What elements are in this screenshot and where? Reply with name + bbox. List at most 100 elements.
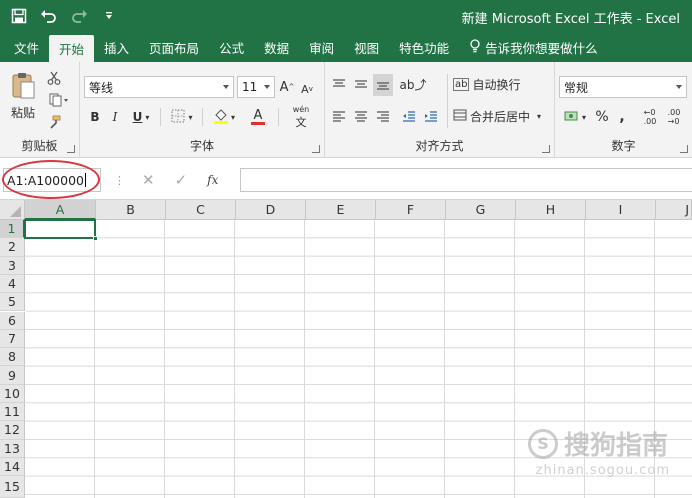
tab-review[interactable]: 审阅 <box>299 32 344 62</box>
underline-label: U <box>132 110 143 124</box>
comma-button[interactable]: , <box>613 106 631 128</box>
align-left-icon[interactable] <box>329 106 349 126</box>
row-header-12[interactable]: 12 <box>0 421 25 440</box>
row-header-8[interactable]: 8 <box>0 348 25 367</box>
font-launcher-icon[interactable] <box>312 145 320 153</box>
decrease-indent-icon[interactable] <box>399 106 419 126</box>
bottom-align-icon[interactable] <box>373 74 393 96</box>
column-header-h[interactable]: H <box>516 200 586 220</box>
increase-decimal-icon[interactable]: ←0.00 <box>639 106 661 128</box>
phonetic-button[interactable]: wén 文 <box>284 104 318 130</box>
font-name-combo[interactable]: 等线 <box>84 76 234 98</box>
drag-handle-icon[interactable]: ⋮ <box>114 174 125 187</box>
fill-handle[interactable] <box>93 236 98 241</box>
column-header-f[interactable]: F <box>376 200 446 220</box>
formula-input[interactable] <box>240 168 692 192</box>
font-size-combo[interactable]: 11 <box>237 76 275 98</box>
decrease-decimal-icon[interactable]: .00 →0 <box>663 106 685 128</box>
tell-me-label: 告诉我你想要做什么 <box>485 40 598 56</box>
name-box[interactable]: A1:A100000 <box>3 168 101 192</box>
font-color-button[interactable]: A <box>242 106 274 128</box>
row-header-5[interactable]: 5 <box>0 293 25 312</box>
tab-view[interactable]: 视图 <box>344 32 389 62</box>
row-header-11[interactable]: 11 <box>0 403 25 422</box>
merge-center-label: 合并后居中 <box>470 109 531 124</box>
redo-icon[interactable] <box>68 5 90 27</box>
bold-button[interactable]: B <box>86 106 104 128</box>
grow-font-button[interactable]: A ^ <box>278 76 296 98</box>
row-header-6[interactable]: 6 <box>0 311 25 330</box>
tell-me-box[interactable]: 告诉我你想要做什么 <box>459 32 608 62</box>
clipboard-launcher-icon[interactable] <box>67 145 75 153</box>
row-header-14[interactable]: 14 <box>0 457 25 477</box>
column-header-c[interactable]: C <box>166 200 236 220</box>
orientation-icon: ab⤴ <box>399 77 427 92</box>
undo-icon[interactable] <box>38 5 60 27</box>
increase-indent-icon[interactable] <box>421 106 441 126</box>
column-header-d[interactable]: D <box>236 200 306 220</box>
align-right-icon[interactable] <box>373 106 393 126</box>
row-header-3[interactable]: 3 <box>0 256 25 275</box>
paste-button[interactable]: 粘贴 <box>6 68 40 124</box>
wrap-text-button[interactable]: ab 自动换行 <box>453 74 523 94</box>
divider <box>278 108 279 126</box>
fill-color-button[interactable]: ▾ <box>208 106 240 128</box>
chevron-down-icon: ▾ <box>188 112 193 122</box>
column-header-a[interactable]: A <box>25 200 96 220</box>
chevron-down-icon <box>676 85 682 89</box>
align-center-icon[interactable] <box>351 106 371 126</box>
active-cell-a1[interactable] <box>24 219 96 239</box>
merge-center-button[interactable]: 合并后居中 ▾ <box>453 106 549 126</box>
tab-home[interactable]: 开始 <box>49 35 95 62</box>
number-group-label: 数字 <box>611 139 636 153</box>
accounting-format-button[interactable]: ▾ <box>559 106 591 128</box>
font-size-value: 11 <box>242 80 258 94</box>
paste-label: 粘贴 <box>10 106 35 120</box>
borders-icon <box>171 109 185 126</box>
column-header-g[interactable]: G <box>446 200 516 220</box>
select-all-button[interactable] <box>0 200 25 220</box>
enter-icon[interactable]: ✓ <box>175 171 188 189</box>
grow-font-label: A <box>279 79 289 95</box>
borders-button[interactable]: ▾ <box>166 106 198 128</box>
row-header-2[interactable]: 2 <box>0 238 25 257</box>
tab-page-layout[interactable]: 页面布局 <box>139 32 209 62</box>
column-header-e[interactable]: E <box>306 200 376 220</box>
clipboard-group: 粘贴 剪贴板 <box>0 62 80 158</box>
row-header-1[interactable]: 1 <box>0 220 25 239</box>
top-align-icon[interactable] <box>329 74 349 94</box>
italic-button[interactable]: I <box>106 106 124 128</box>
row-header-4[interactable]: 4 <box>0 274 25 294</box>
middle-align-icon[interactable] <box>351 74 371 94</box>
percent-button[interactable]: % <box>593 106 611 128</box>
format-painter-icon[interactable] <box>44 112 64 132</box>
row-header-9[interactable]: 9 <box>0 366 25 385</box>
cancel-icon[interactable]: ✕ <box>142 171 155 189</box>
alignment-launcher-icon[interactable] <box>542 145 550 153</box>
row-header-13[interactable]: 13 <box>0 439 25 458</box>
customize-qat-icon[interactable] <box>98 5 120 27</box>
row-header-7[interactable]: 7 <box>0 329 25 349</box>
cut-icon[interactable] <box>44 68 64 88</box>
orientation-button[interactable]: ab⤴ <box>399 74 427 94</box>
column-header-j[interactable]: J <box>656 200 692 220</box>
row-header-10[interactable]: 10 <box>0 384 25 403</box>
column-header-i[interactable]: I <box>586 200 656 220</box>
shrink-font-button[interactable]: Av <box>298 78 316 100</box>
tab-special-features[interactable]: 特色功能 <box>389 32 459 62</box>
row-header-15[interactable]: 15 <box>0 476 25 498</box>
number-launcher-icon[interactable] <box>680 145 688 153</box>
tab-file[interactable]: 文件 <box>4 32 49 62</box>
alignment-group-label: 对齐方式 <box>415 139 464 153</box>
column-header-b[interactable]: B <box>96 200 166 220</box>
tab-data[interactable]: 数据 <box>254 32 299 62</box>
copy-icon[interactable] <box>44 90 74 110</box>
tab-formulas[interactable]: 公式 <box>209 32 254 62</box>
insert-function-button[interactable]: fx <box>207 173 218 187</box>
underline-button[interactable]: U ▾ <box>126 106 156 128</box>
save-icon[interactable] <box>8 5 30 27</box>
lightbulb-icon <box>469 38 481 56</box>
number-format-combo[interactable]: 常规 <box>559 76 687 98</box>
number-format-value: 常规 <box>564 80 589 95</box>
tab-insert[interactable]: 插入 <box>94 32 139 62</box>
